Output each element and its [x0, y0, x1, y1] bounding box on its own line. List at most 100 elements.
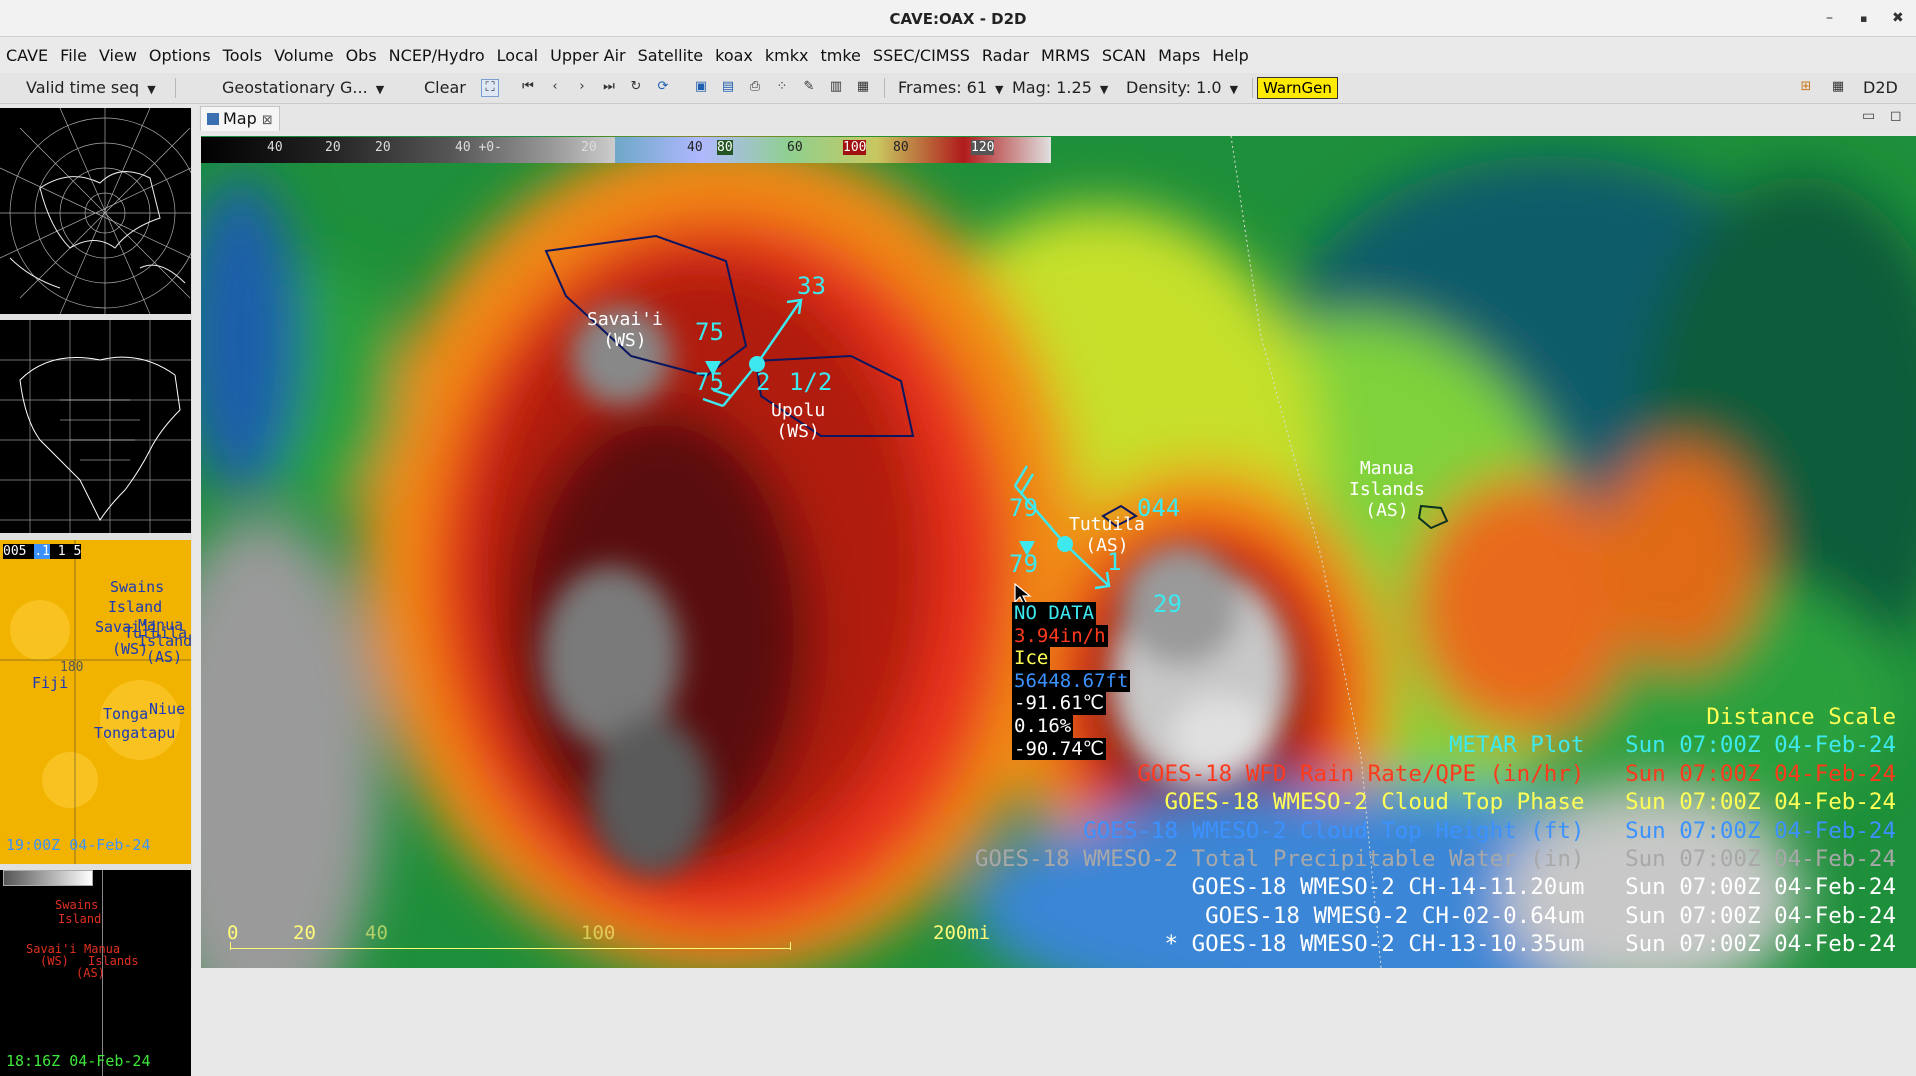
station-name: Manua — [1359, 458, 1415, 479]
legend-name: GOES-18 WMESO-2 CH-02-0.64um — [1205, 902, 1585, 929]
maximize-view-icon[interactable]: ◻ — [1890, 108, 1902, 124]
scale-label: 200mi — [933, 922, 991, 944]
pane-label: Swains — [55, 898, 99, 912]
chevron-down-icon: ▼ — [1229, 83, 1239, 96]
chevron-down-icon: ▼ — [995, 83, 1004, 96]
tab-map[interactable]: Map ⊠ — [200, 106, 280, 131]
legend-time: Sun 07:00Z 04-Feb-24 — [1625, 931, 1896, 958]
menu-ssec-cimss[interactable]: SSEC/CIMSS — [867, 46, 976, 65]
legend-row[interactable]: GOES-18 WMESO-2 CH-02-0.64um Sun 07:00Z … — [975, 902, 1896, 930]
pane-label: 180 — [60, 660, 84, 675]
legend-row[interactable]: GOES-18 WMESO-2 Cloud Top Phase Sun 07:0… — [975, 788, 1896, 816]
menu-local[interactable]: Local — [491, 46, 544, 65]
pane-polar-map[interactable] — [0, 108, 191, 314]
open-perspective-icon[interactable]: ⊞ — [1798, 79, 1814, 95]
toolbar-separator — [175, 78, 176, 98]
d2d-perspective-icon[interactable]: ▦ — [1830, 79, 1846, 95]
legend-time: Sun 07:00Z 04-Feb-24 — [1625, 817, 1896, 844]
minimize-view-icon[interactable]: ▭ — [1862, 108, 1875, 124]
menu-maps[interactable]: Maps — [1152, 46, 1206, 65]
last-frame-icon[interactable]: ⏭ — [601, 79, 617, 95]
pane-label: (AS) — [146, 648, 183, 666]
pane-header-value: 5 — [73, 544, 82, 559]
menu-satellite[interactable]: Satellite — [632, 46, 710, 65]
four-panel-icon[interactable]: ▦ — [855, 79, 871, 95]
colorbar-label: 40 — [267, 140, 283, 155]
colorbar-label: 20 — [325, 140, 341, 155]
legend-name: GOES-18 WMESO-2 CH-14-11.20um — [1191, 874, 1585, 901]
scale-label: 40 — [365, 922, 388, 944]
menu-scan[interactable]: SCAN — [1096, 46, 1152, 65]
menu-tools[interactable]: Tools — [217, 46, 268, 65]
clear-button[interactable]: Clear — [424, 77, 466, 99]
legend-time: Sun 07:00Z 04-Feb-24 — [1625, 732, 1896, 759]
image-properties-icon[interactable]: ▣ — [693, 79, 709, 95]
pane-header-value: 005 — [3, 544, 27, 559]
menu-obs[interactable]: Obs — [340, 46, 383, 65]
step-back-icon[interactable]: ‹ — [547, 79, 563, 95]
menu-help[interactable]: Help — [1206, 46, 1254, 65]
first-frame-icon[interactable]: ⏮ — [520, 79, 536, 95]
menu-upper-air[interactable]: Upper Air — [544, 46, 632, 65]
station-sub: Islands — [1349, 479, 1425, 500]
loop-properties-icon[interactable]: ⟳ — [655, 79, 671, 95]
legend-row[interactable]: GOES-18 WMESO-2 Cloud Top Height (ft) Su… — [975, 817, 1896, 845]
menu-kmkx[interactable]: kmkx — [759, 46, 815, 65]
pane-fiji-samoa-map[interactable]: 005 .1 1 5 Swains Island Savai'i Manua T… — [0, 540, 191, 864]
frames-dropdown[interactable]: Frames: 61 ▼ — [898, 77, 1004, 99]
legend-row[interactable]: GOES-18 WMESO-2 CH-14-11.20um Sun 07:00Z… — [975, 873, 1896, 901]
menu-volume[interactable]: Volume — [268, 46, 340, 65]
tab-label: Map — [223, 109, 257, 128]
legend-time: Sun 07:00Z 04-Feb-24 — [1625, 789, 1896, 816]
chevron-down-icon: ▼ — [1099, 83, 1109, 96]
map-view[interactable]: 40 20 20 40 +0- 20 40 80 60 100 80 120 S… — [201, 136, 1916, 968]
pane-north-america-map[interactable] — [0, 320, 191, 533]
valid-time-label: Valid time seq — [26, 78, 140, 97]
print-icon[interactable]: ⎙ — [747, 79, 763, 95]
step-forward-icon[interactable]: › — [574, 79, 590, 95]
magnification-dropdown[interactable]: Mag: 1.25 ▼ — [1012, 77, 1108, 99]
menu-file[interactable]: File — [54, 46, 93, 65]
legend-time: Sun 07:00Z 04-Feb-24 — [1625, 902, 1896, 929]
points-icon[interactable]: ⁘ — [774, 79, 790, 95]
menu-mrms[interactable]: MRMS — [1035, 46, 1096, 65]
colorbar: 40 20 20 40 +0- 20 40 80 60 100 80 120 — [201, 137, 1051, 163]
pane-time: 18:16Z 04-Feb-24 — [6, 1052, 151, 1070]
menu-options[interactable]: Options — [143, 46, 217, 65]
minimize-button[interactable]: – — [1826, 10, 1833, 26]
legend-row[interactable]: GOES-18 WFD Rain Rate/QPE (in/hr) Sun 07… — [975, 760, 1896, 788]
close-tab-icon[interactable]: ⊠ — [262, 113, 273, 128]
menu-cave[interactable]: CAVE — [0, 46, 54, 65]
brush-icon[interactable]: ✎ — [801, 79, 817, 95]
left-pane-column: 005 .1 1 5 Swains Island Savai'i Manua T… — [0, 108, 192, 1076]
menu-radar[interactable]: Radar — [976, 46, 1035, 65]
loop-icon[interactable]: ↻ — [628, 79, 644, 95]
fit-to-screen-icon[interactable]: ⛶ — [481, 79, 499, 97]
projection-dropdown[interactable]: Geostationary G... ▼ — [222, 77, 384, 99]
menu-view[interactable]: View — [93, 46, 143, 65]
menu-ncep-hydro[interactable]: NCEP/Hydro — [383, 46, 491, 65]
legend-row[interactable]: Distance Scale — [975, 703, 1896, 731]
menu-koax[interactable]: koax — [709, 46, 759, 65]
legend-row[interactable]: METAR Plot Sun 07:00Z 04-Feb-24 — [975, 731, 1896, 759]
image-combine-icon[interactable]: ▤ — [720, 79, 736, 95]
station-label-upolu: Upolu (WS) — [771, 400, 825, 442]
density-dropdown[interactable]: Density: 1.0 ▼ — [1126, 77, 1238, 99]
legend-row[interactable]: GOES-18 WMESO-2 Total Precipitable Water… — [975, 845, 1896, 873]
legend-row[interactable]: * GOES-18 WMESO-2 CH-13-10.35um Sun 07:0… — [975, 930, 1896, 958]
scale-label: 20 — [293, 922, 316, 944]
toolbar-separator — [1252, 78, 1253, 98]
chevron-down-icon: ▼ — [147, 83, 156, 96]
warngen-button[interactable]: WarnGen — [1257, 77, 1338, 99]
menu-tmke[interactable]: tmke — [815, 46, 867, 65]
valid-time-dropdown[interactable]: Valid time seq ▼ — [26, 77, 156, 99]
panel-layout-icon[interactable]: ▥ — [828, 79, 844, 95]
close-button[interactable]: ✖ — [1892, 10, 1904, 26]
title-bar: CAVE:OAX - D2D – ▪ ✖ — [0, 0, 1916, 37]
pane-label: Tongatapu — [94, 724, 176, 742]
legend-time: Sun 07:00Z 04-Feb-24 — [1625, 760, 1896, 787]
maximize-button[interactable]: ▪ — [1860, 12, 1867, 25]
pane-radar-map[interactable]: Swains Island Savai'i Manua (WS) Islands… — [0, 870, 191, 1076]
scale-tick — [790, 942, 791, 950]
d2d-perspective-label[interactable]: D2D — [1863, 77, 1898, 99]
